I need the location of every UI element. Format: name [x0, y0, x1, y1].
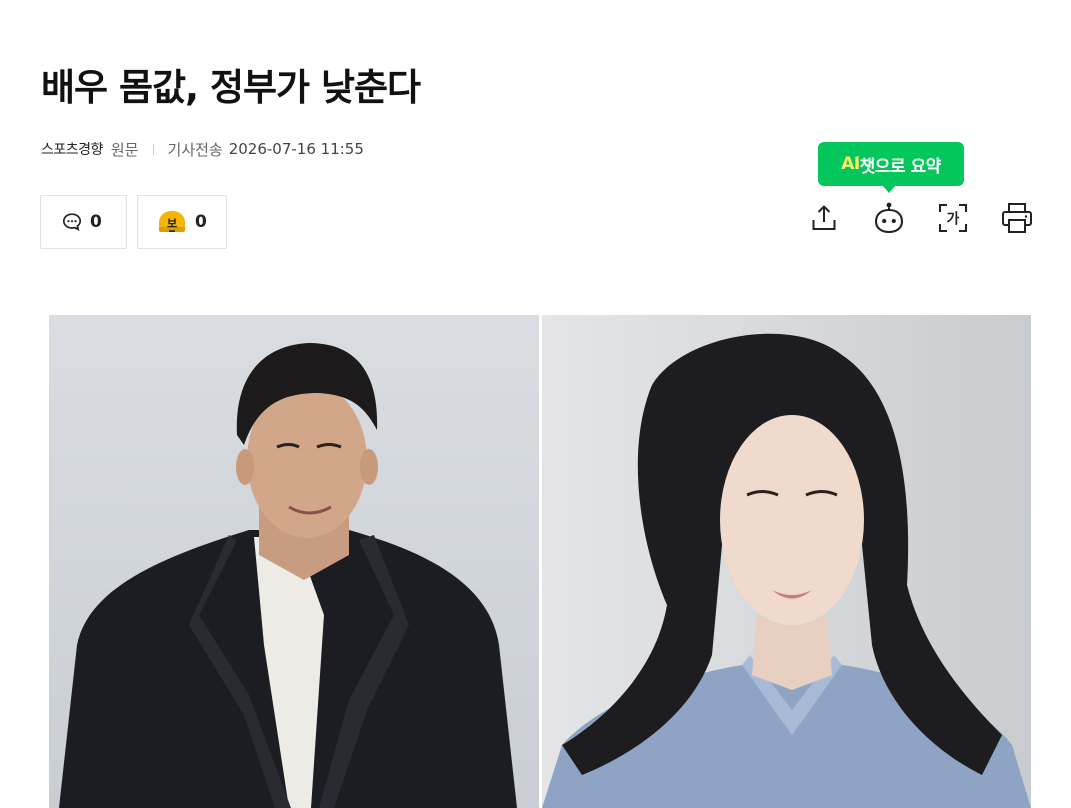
article-title: 배우 몸값, 정부가 낮춘다	[41, 66, 421, 109]
article-date: 2026-07-16 11:55	[228, 140, 364, 158]
actress-photo-right	[542, 315, 1031, 808]
original-link[interactable]: 원문	[111, 139, 139, 160]
share-icon[interactable]	[806, 200, 842, 236]
svg-text:보: 보	[167, 217, 177, 230]
article-meta: 스포츠경향 원문 기사전송 2026-07-16 11:55	[41, 138, 364, 160]
comment-button[interactable]: 0	[40, 195, 127, 249]
svg-text:가: 가	[947, 212, 960, 228]
meta-divider	[152, 143, 154, 155]
article-page: 배우 몸값, 정부가 낮춘다 스포츠경향 원문 기사전송 2026-07-16 …	[0, 0, 1071, 808]
font-size-icon[interactable]: 가	[935, 200, 971, 236]
tooltip-ai-text: AI	[841, 154, 860, 174]
comment-icon	[61, 212, 83, 232]
ai-summary-tooltip[interactable]: AI 챗으로 요약	[818, 142, 964, 193]
tooltip-text: 챗으로 요약	[859, 156, 942, 177]
press-name[interactable]: 스포츠경향	[41, 139, 103, 159]
date-label: 기사전송	[167, 140, 223, 159]
like-button[interactable]: 보 0	[137, 195, 227, 249]
ai-chatbot-icon[interactable]	[871, 200, 907, 236]
actor-photo-left	[49, 315, 539, 808]
print-icon[interactable]	[999, 200, 1035, 236]
reaction-badge-icon: 보	[156, 209, 188, 235]
comment-count: 0	[90, 212, 102, 232]
like-count: 0	[195, 212, 207, 232]
